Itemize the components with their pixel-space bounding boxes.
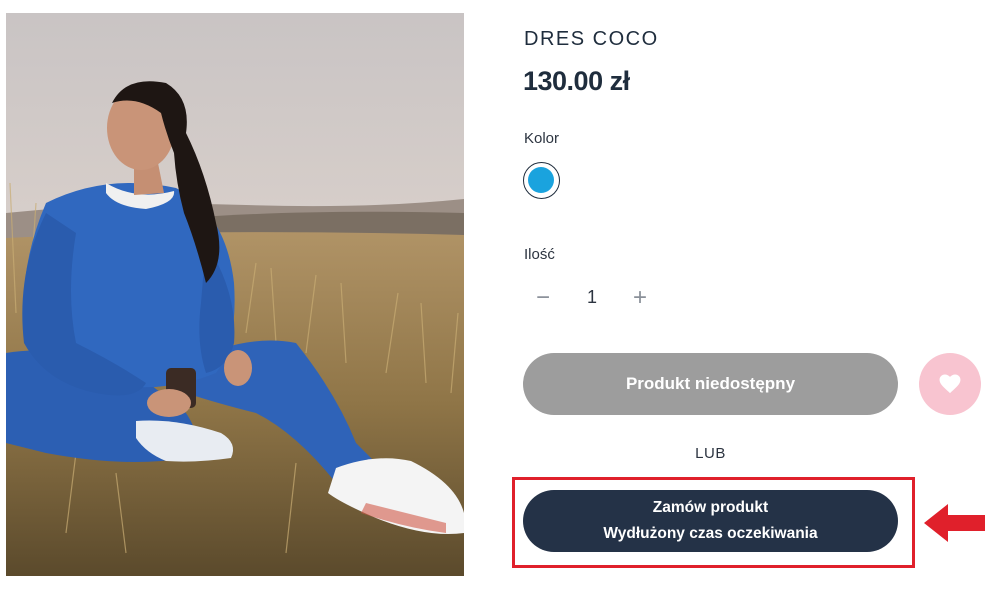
order-product-button[interactable]: Zamów produkt Wydłużony czas oczekiwania xyxy=(523,490,898,552)
color-swatch-blue xyxy=(528,167,554,193)
product-price: 130.00 zł xyxy=(523,66,630,96)
color-swatch-selected[interactable] xyxy=(523,162,560,199)
quantity-increase-button[interactable]: + xyxy=(627,285,653,311)
product-unavailable-button[interactable]: Produkt niedostępny xyxy=(523,353,898,415)
product-image xyxy=(6,13,464,576)
or-separator: LUB xyxy=(695,445,726,462)
product-page: DRES COCO 130.00 zł Kolor Ilość − 1 + Pr… xyxy=(0,0,1000,591)
quantity-value[interactable]: 1 xyxy=(582,287,602,308)
color-label: Kolor xyxy=(524,130,560,147)
arrow-left-icon xyxy=(924,504,985,542)
product-photo xyxy=(6,13,464,576)
product-unavailable-label: Produkt niedostępny xyxy=(625,374,796,393)
order-button-line1: Zamów produkt xyxy=(652,499,769,516)
wishlist-button[interactable] xyxy=(919,353,981,415)
product-title: DRES COCO xyxy=(524,28,659,50)
order-button-line2: Wydłużony czas oczekiwania xyxy=(603,525,818,542)
heart-icon xyxy=(939,374,961,394)
quantity-label: Ilość xyxy=(524,246,555,263)
quantity-decrease-button[interactable]: − xyxy=(530,285,556,311)
